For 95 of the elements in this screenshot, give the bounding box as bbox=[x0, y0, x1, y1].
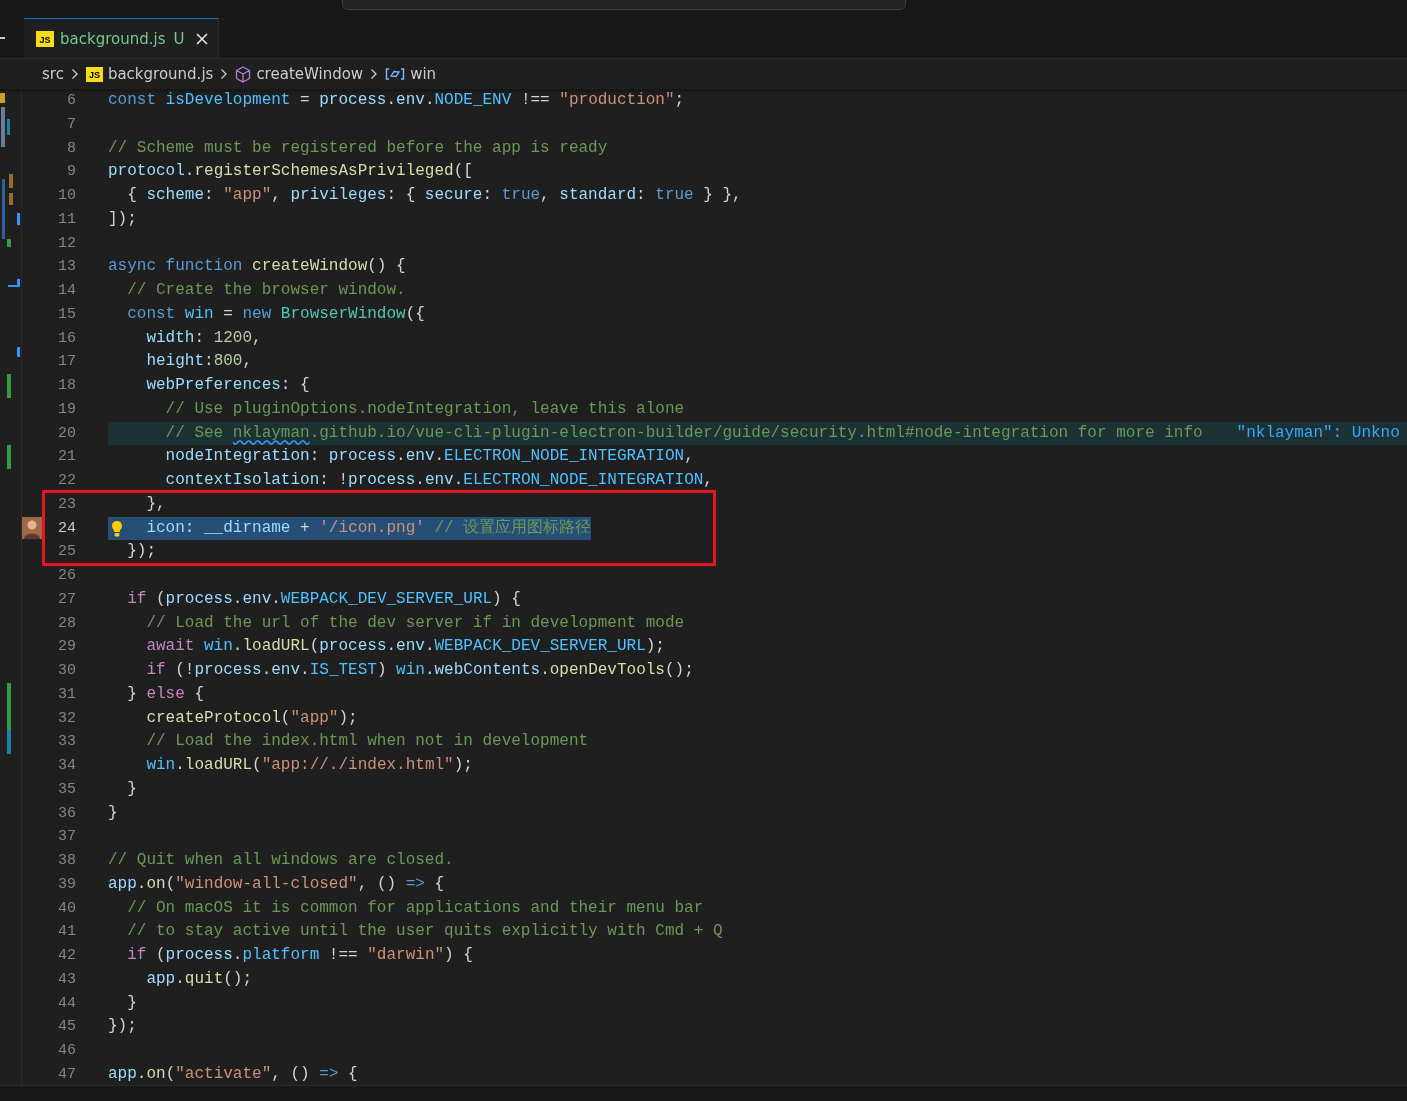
code-line: nodeIntegration: process.env.ELECTRON_NODE_INTEGRATION, bbox=[164, 446, 694, 468]
line-number: 25 bbox=[57, 542, 76, 563]
code-line: protocol.registerSchemesAsPrivileged([ bbox=[108, 161, 473, 183]
line-number: 7 bbox=[66, 114, 76, 135]
code-line: if (!process.env.IS_TEST) win.webContents.openDevTools(); bbox=[145, 660, 694, 681]
code-line: }); bbox=[126, 541, 156, 563]
line-number: 8 bbox=[66, 138, 76, 159]
line-number: 13 bbox=[57, 257, 76, 278]
breadcrumb-item[interactable]: createWindow bbox=[256, 65, 364, 83]
line-number: 9 bbox=[66, 162, 76, 183]
code-line: }); bbox=[108, 1016, 137, 1038]
line-number: 20 bbox=[57, 423, 76, 444]
code-line: win.loadURL("app://./index.html"); bbox=[145, 755, 473, 776]
line-number: 46 bbox=[57, 1041, 76, 1061]
line-number: 24 bbox=[57, 518, 76, 539]
line-number: 37 bbox=[57, 827, 76, 848]
code-line: contextIsolation: !process.env.ELECTRON_NODE_INTEGRATION, bbox=[164, 470, 713, 491]
line-number: 21 bbox=[57, 447, 76, 468]
line-number: 12 bbox=[57, 233, 76, 254]
line-number: 32 bbox=[57, 708, 76, 729]
chevron-icon bbox=[70, 68, 79, 80]
code-line: } else { bbox=[126, 683, 204, 705]
line-number: 19 bbox=[57, 399, 76, 420]
line-number: 29 bbox=[57, 637, 76, 658]
code-line: } bbox=[126, 778, 137, 800]
code-line: // Scheme must be registered before the app is ready bbox=[108, 137, 608, 159]
breadcrumb-item[interactable]: src bbox=[42, 65, 64, 83]
code-line: // Load the index.html when not in development bbox=[145, 731, 589, 753]
cube-icon bbox=[235, 65, 252, 83]
lightbulb-icon[interactable] bbox=[111, 519, 123, 538]
code-line: // See nklayman.github.io/vue-cli-plugin-electron-builder/guide/security.html#node-integration for more info bbox=[164, 422, 1203, 444]
tab-edge-icon bbox=[0, 37, 5, 39]
code-line: webPreferences: { bbox=[145, 375, 310, 396]
line-number: 47 bbox=[57, 1064, 76, 1085]
line-number: 41 bbox=[57, 922, 76, 943]
code-line: app.on("window-all-closed", () => { bbox=[108, 873, 445, 895]
line-number: 26 bbox=[57, 566, 76, 586]
code-line: height:800, bbox=[145, 351, 253, 373]
code-line: } bbox=[108, 802, 118, 824]
js-file-icon: JS bbox=[85, 66, 103, 82]
code-line: // to stay active until the user quits explicitly with Cmd + Q bbox=[126, 921, 723, 943]
code-line: app.quit(); bbox=[145, 968, 253, 990]
line-number: 45 bbox=[57, 1017, 76, 1038]
code-line: await win.loadURL(process.env.WEBPACK_DEV_SERVER_URL); bbox=[145, 636, 665, 658]
breadcrumb-item[interactable]: background.js bbox=[107, 65, 214, 83]
chevron-icon bbox=[370, 68, 379, 80]
code-line: width: 1200, bbox=[145, 327, 262, 349]
line-number: 38 bbox=[57, 851, 76, 871]
editor-tab[interactable]: JS background.js U bbox=[24, 18, 220, 58]
line-number: 43 bbox=[57, 969, 76, 990]
line-number: 42 bbox=[57, 946, 76, 966]
code-line: // Use pluginOptions.nodeIntegration, leave this alone bbox=[164, 398, 685, 420]
line-number: 15 bbox=[57, 304, 76, 325]
code-line: { scheme: "app", privileges: { secure: true, standard: true } }, bbox=[126, 185, 742, 206]
code-line: } bbox=[126, 992, 137, 1014]
line-number: 22 bbox=[57, 471, 76, 491]
line-number: 27 bbox=[57, 589, 76, 610]
code-line: ]); bbox=[108, 208, 137, 230]
line-number: 31 bbox=[57, 684, 76, 705]
code-line: createProtocol("app"); bbox=[145, 707, 358, 729]
line-number: 40 bbox=[57, 898, 76, 919]
code-line: const win = new BrowserWindow({ bbox=[126, 303, 425, 325]
breadcrumb-item[interactable]: win bbox=[410, 65, 437, 83]
line-number: 11 bbox=[57, 209, 76, 230]
code-line: }, bbox=[145, 493, 166, 515]
line-number: 14 bbox=[57, 281, 76, 301]
code-line: async function createWindow() { bbox=[108, 256, 406, 278]
line-number: 23 bbox=[57, 494, 76, 515]
code-line: const isDevelopment = process.env.NODE_ENV !== "production"; bbox=[108, 90, 685, 111]
inline-diagnostic: "nklayman": Unkno bbox=[1236, 422, 1400, 444]
chevron-icon bbox=[220, 68, 229, 80]
code-line: if (process.platform !== "darwin") { bbox=[126, 945, 473, 966]
code-line: // On macOS it is common for applications and their menu bar bbox=[126, 897, 704, 919]
code-line: // Load the url of the dev server if in development mode bbox=[145, 612, 685, 634]
code-line: // Create the browser window. bbox=[126, 280, 406, 301]
js-file-icon: JS bbox=[36, 30, 54, 47]
line-number: 17 bbox=[57, 352, 76, 373]
code-line: if (process.env.WEBPACK_DEV_SERVER_URL) { bbox=[126, 588, 521, 610]
variable-icon bbox=[385, 67, 406, 81]
close-icon[interactable] bbox=[196, 32, 209, 45]
line-number: 36 bbox=[57, 803, 76, 824]
line-number: 35 bbox=[57, 779, 76, 800]
line-number: 16 bbox=[57, 328, 76, 349]
code-line: // Quit when all windows are closed. bbox=[108, 850, 454, 871]
line-number: 10 bbox=[57, 186, 76, 206]
line-number: 34 bbox=[57, 756, 76, 776]
line-number: 6 bbox=[66, 91, 76, 111]
avatar-icon bbox=[22, 517, 42, 540]
line-number: 30 bbox=[57, 661, 76, 681]
line-number: 33 bbox=[57, 732, 76, 753]
code-line: app.on("activate", () => { bbox=[108, 1063, 358, 1085]
line-number: 44 bbox=[57, 993, 76, 1014]
line-number: 18 bbox=[57, 376, 76, 396]
line-number: 28 bbox=[57, 613, 76, 634]
line-number: 39 bbox=[57, 874, 76, 895]
